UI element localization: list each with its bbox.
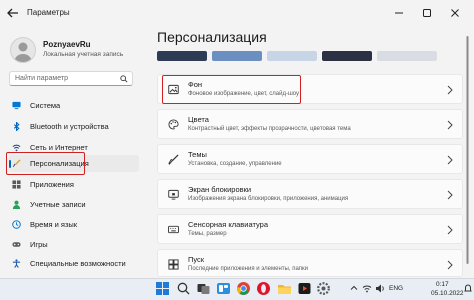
annotation-highlight <box>162 75 301 104</box>
widgets-icon[interactable] <box>216 281 231 296</box>
video-editor-icon[interactable] <box>297 281 312 296</box>
chevron-right-icon <box>447 155 453 165</box>
card-subtitle: Установка, создание, управление <box>188 161 282 167</box>
search-placeholder: Найти параметр <box>15 75 68 82</box>
sidebar-item-label: Система <box>30 101 61 110</box>
card-title: Пуск <box>188 255 205 264</box>
sidebar-item-label: Сеть и Интернет <box>30 143 88 152</box>
globe-clock-icon <box>12 220 21 229</box>
accessibility-icon <box>12 259 21 268</box>
windows-start-icon[interactable] <box>155 281 170 296</box>
user-icon <box>14 42 32 62</box>
avatar[interactable] <box>10 37 36 63</box>
chevron-right-icon <box>447 190 453 200</box>
card-colors[interactable]: Цвета Контрастный цвет, эффекты прозрачн… <box>157 109 463 139</box>
window-title: Параметры <box>27 8 70 17</box>
chevron-right-icon <box>447 85 453 95</box>
notification-bell-icon[interactable] <box>464 284 472 293</box>
chevron-right-icon <box>447 225 453 235</box>
card-title: Сенсорная клавиатура <box>188 220 268 229</box>
card-title: Экран блокировки <box>188 185 252 194</box>
gamepad-icon <box>12 242 21 247</box>
sidebar-item-bluetooth[interactable]: Bluetooth и устройства <box>9 118 139 135</box>
start-icon <box>168 259 179 270</box>
apps-icon <box>12 180 21 189</box>
maximize-icon <box>423 9 431 17</box>
settings-icon[interactable] <box>316 281 331 296</box>
card-title: Темы <box>188 150 207 159</box>
card-lock-screen[interactable]: Экран блокировки Изображения экрана блок… <box>157 179 463 209</box>
chrome-icon[interactable] <box>236 281 251 296</box>
scrollbar[interactable] <box>466 36 469 264</box>
chevron-right-icon <box>447 260 453 270</box>
sidebar-item-label: Приложения <box>30 180 74 189</box>
card-start[interactable]: Пуск Последние приложения и элементы, па… <box>157 249 463 277</box>
chevron-right-icon <box>447 120 453 130</box>
brush-icon <box>168 154 179 165</box>
explorer-icon[interactable] <box>277 281 292 296</box>
language-indicator[interactable]: ENG <box>389 285 403 292</box>
bluetooth-icon <box>13 122 20 131</box>
theme-preview-strip <box>157 51 437 61</box>
card-touch-keyboard[interactable]: Сенсорная клавиатура Темы, размер <box>157 214 463 244</box>
sidebar-item-gaming[interactable]: Игры <box>9 236 139 253</box>
palette-icon <box>168 119 179 130</box>
annotation-highlight <box>6 152 85 175</box>
search-icon <box>120 75 128 83</box>
minimize-button[interactable] <box>388 4 410 22</box>
opera-icon[interactable] <box>256 281 271 296</box>
card-subtitle: Изображения экрана блокировки, приложени… <box>188 196 349 202</box>
back-arrow-icon[interactable] <box>6 7 20 19</box>
page-title: Персонализация <box>157 29 267 45</box>
chevron-up-icon[interactable] <box>350 284 358 292</box>
volume-icon[interactable] <box>375 284 385 293</box>
search-icon[interactable] <box>176 281 191 296</box>
sidebar-item-accounts[interactable]: Учетные записи <box>9 196 139 213</box>
sidebar-item-system[interactable]: Система <box>9 97 139 114</box>
card-title: Цвета <box>188 115 209 124</box>
close-button[interactable] <box>444 4 466 22</box>
monitor-icon <box>12 101 21 110</box>
network-icon <box>12 144 21 152</box>
sidebar-item-accessibility[interactable]: Специальные возможности <box>9 255 139 272</box>
account-icon <box>12 200 21 209</box>
sidebar-item-time-language[interactable]: Время и язык <box>9 216 139 233</box>
sidebar-item-label: Специальные возможности <box>30 259 126 268</box>
sidebar-item-label: Учетные записи <box>30 200 86 209</box>
account-type: Локальная учетная запись <box>43 51 124 58</box>
task-view-icon[interactable] <box>196 281 211 296</box>
sidebar-item-apps[interactable]: Приложения <box>9 176 139 193</box>
keyboard-icon <box>168 225 179 234</box>
sidebar-item-label: Игры <box>30 240 48 249</box>
card-subtitle: Контрастный цвет, эффекты прозрачности, … <box>188 126 351 132</box>
sidebar-item-label: Время и язык <box>30 220 78 229</box>
minimize-icon <box>395 12 403 14</box>
clock-date[interactable]: 05.10.2022 <box>431 290 464 297</box>
maximize-button[interactable] <box>416 4 438 22</box>
close-icon <box>451 9 459 17</box>
card-themes[interactable]: Темы Установка, создание, управление <box>157 144 463 174</box>
search-input[interactable]: Найти параметр <box>9 71 133 86</box>
sidebar-item-label: Bluetooth и устройства <box>30 122 109 131</box>
user-name: PoznyaevRu <box>43 40 91 49</box>
clock-time[interactable]: 0:17 <box>436 281 449 288</box>
card-subtitle: Последние приложения и элементы, папки <box>188 266 308 272</box>
network-tray-icon[interactable] <box>362 284 372 293</box>
lock-screen-icon <box>168 189 179 200</box>
card-subtitle: Темы, размер <box>188 231 227 237</box>
